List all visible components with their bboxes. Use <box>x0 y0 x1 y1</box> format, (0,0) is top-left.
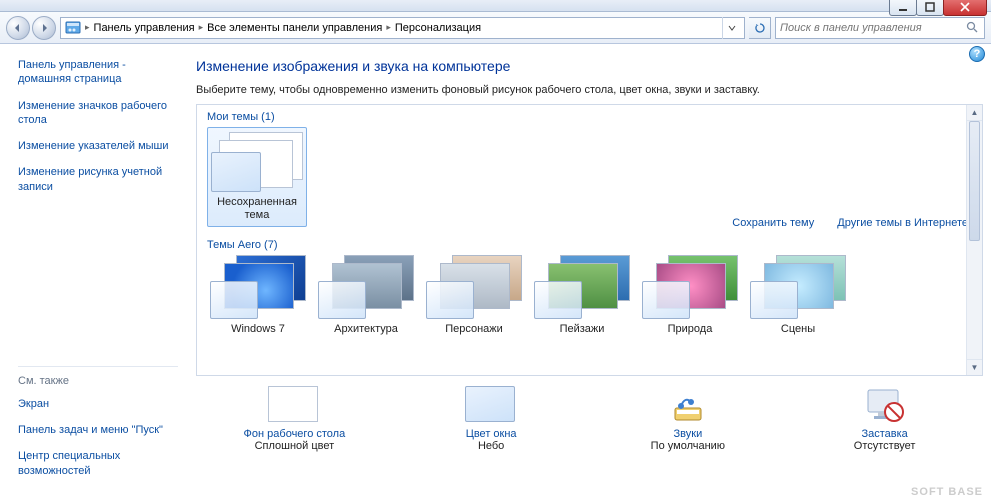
sidebar: Панель управления - домашняя страница Из… <box>0 44 190 500</box>
aero-theme-item[interactable]: Природа <box>639 255 741 335</box>
see-also-heading: См. также <box>18 366 178 387</box>
page-subtitle: Выберите тему, чтобы одновременно измени… <box>196 84 983 96</box>
watermark: SOFT BASE <box>911 486 983 498</box>
personalization-options-row: Фон рабочего столаСплошной цвет Цвет окна… <box>196 386 983 452</box>
save-theme-link[interactable]: Сохранить тему <box>732 217 814 229</box>
address-dropdown[interactable] <box>722 17 740 39</box>
my-themes-row: Несохраненная тема <box>207 127 972 227</box>
option-title: Заставка <box>810 428 960 440</box>
sidebar-link-account-picture[interactable]: Изменение рисунка учетной записи <box>18 165 178 194</box>
aero-theme-item[interactable]: Персонажи <box>423 255 525 335</box>
aero-theme-item[interactable]: Пейзажи <box>531 255 633 335</box>
search-box[interactable] <box>775 17 985 39</box>
window-titlebar <box>0 0 991 12</box>
navigation-bar: ▸ Панель управления ▸ Все элементы панел… <box>0 12 991 44</box>
sound-icon <box>662 386 714 424</box>
aero-themes-row: Windows 7 Архитектура Персонажи Пейзажи Прир… <box>207 255 972 335</box>
search-icon <box>965 21 980 34</box>
option-value: Отсутствует <box>810 440 960 452</box>
aero-theme-label: Архитектура <box>315 323 417 335</box>
breadcrumb-item[interactable]: Персонализация <box>395 22 481 34</box>
maximize-button[interactable] <box>916 0 944 16</box>
help-icon[interactable]: ? <box>969 46 985 62</box>
option-title: Звуки <box>613 428 763 440</box>
minimize-button[interactable] <box>889 0 917 16</box>
breadcrumb-item[interactable]: Панель управления <box>94 22 195 34</box>
bg-icon <box>268 386 320 424</box>
aero-theme-label: Персонажи <box>423 323 525 335</box>
sidebar-link-desktop-icons[interactable]: Изменение значков рабочего стола <box>18 99 178 128</box>
search-input[interactable] <box>780 22 965 34</box>
scroll-up-button[interactable]: ▲ <box>967 105 982 121</box>
wincolor-icon <box>465 386 517 424</box>
option-value: Небо <box>416 440 566 452</box>
personalization-option[interactable]: ЗвукиПо умолчанию <box>613 386 763 452</box>
option-title: Цвет окна <box>416 428 566 440</box>
my-themes-heading: Мои темы (1) <box>207 111 972 123</box>
option-value: Сплошной цвет <box>219 440 369 452</box>
theme-label: Несохраненная тема <box>210 196 304 222</box>
page-title: Изменение изображения и звука на компьют… <box>196 58 983 74</box>
aero-themes-heading: Темы Aero (7) <box>207 239 972 251</box>
address-bar[interactable]: ▸ Панель управления ▸ Все элементы панел… <box>60 17 745 39</box>
themes-panel: Мои темы (1) Несохраненная тема Сохранит… <box>196 104 983 376</box>
sidebar-link-mouse-pointers[interactable]: Изменение указателей мыши <box>18 139 178 153</box>
sidebar-link-display[interactable]: Экран <box>18 397 178 411</box>
option-value: По умолчанию <box>613 440 763 452</box>
close-button[interactable] <box>943 0 987 16</box>
aero-theme-item[interactable]: Сцены <box>747 255 849 335</box>
scrollbar[interactable]: ▲ ▼ <box>966 105 982 375</box>
aero-theme-label: Windows 7 <box>207 323 309 335</box>
chevron-right-icon: ▸ <box>85 22 90 33</box>
option-title: Фон рабочего стола <box>219 428 369 440</box>
personalization-option[interactable]: Фон рабочего столаСплошной цвет <box>219 386 369 452</box>
chevron-right-icon: ▸ <box>199 22 204 33</box>
breadcrumb-item[interactable]: Все элементы панели управления <box>207 22 382 34</box>
refresh-button[interactable] <box>749 17 771 39</box>
sidebar-link-ease-of-access[interactable]: Центр специальных возможностей <box>18 449 178 478</box>
scroll-thumb[interactable] <box>969 121 980 241</box>
more-themes-link[interactable]: Другие темы в Интернете <box>837 217 968 229</box>
control-panel-icon <box>65 20 81 36</box>
forward-button[interactable] <box>32 16 56 40</box>
sidebar-link-taskbar[interactable]: Панель задач и меню "Пуск" <box>18 423 178 437</box>
theme-item[interactable]: Несохраненная тема <box>207 127 307 227</box>
personalization-option[interactable]: ЗаставкаОтсутствует <box>810 386 960 452</box>
aero-theme-item[interactable]: Архитектура <box>315 255 417 335</box>
aero-theme-label: Природа <box>639 323 741 335</box>
back-button[interactable] <box>6 16 30 40</box>
saver-icon <box>859 386 911 424</box>
main-content: ? Изменение изображения и звука на компь… <box>190 44 991 500</box>
chevron-right-icon: ▸ <box>386 22 391 33</box>
scroll-down-button[interactable]: ▼ <box>967 359 982 375</box>
sidebar-link-home[interactable]: Панель управления - домашняя страница <box>18 58 178 87</box>
aero-theme-item[interactable]: Windows 7 <box>207 255 309 335</box>
aero-theme-label: Сцены <box>747 323 849 335</box>
personalization-option[interactable]: Цвет окнаНебо <box>416 386 566 452</box>
aero-theme-label: Пейзажи <box>531 323 633 335</box>
